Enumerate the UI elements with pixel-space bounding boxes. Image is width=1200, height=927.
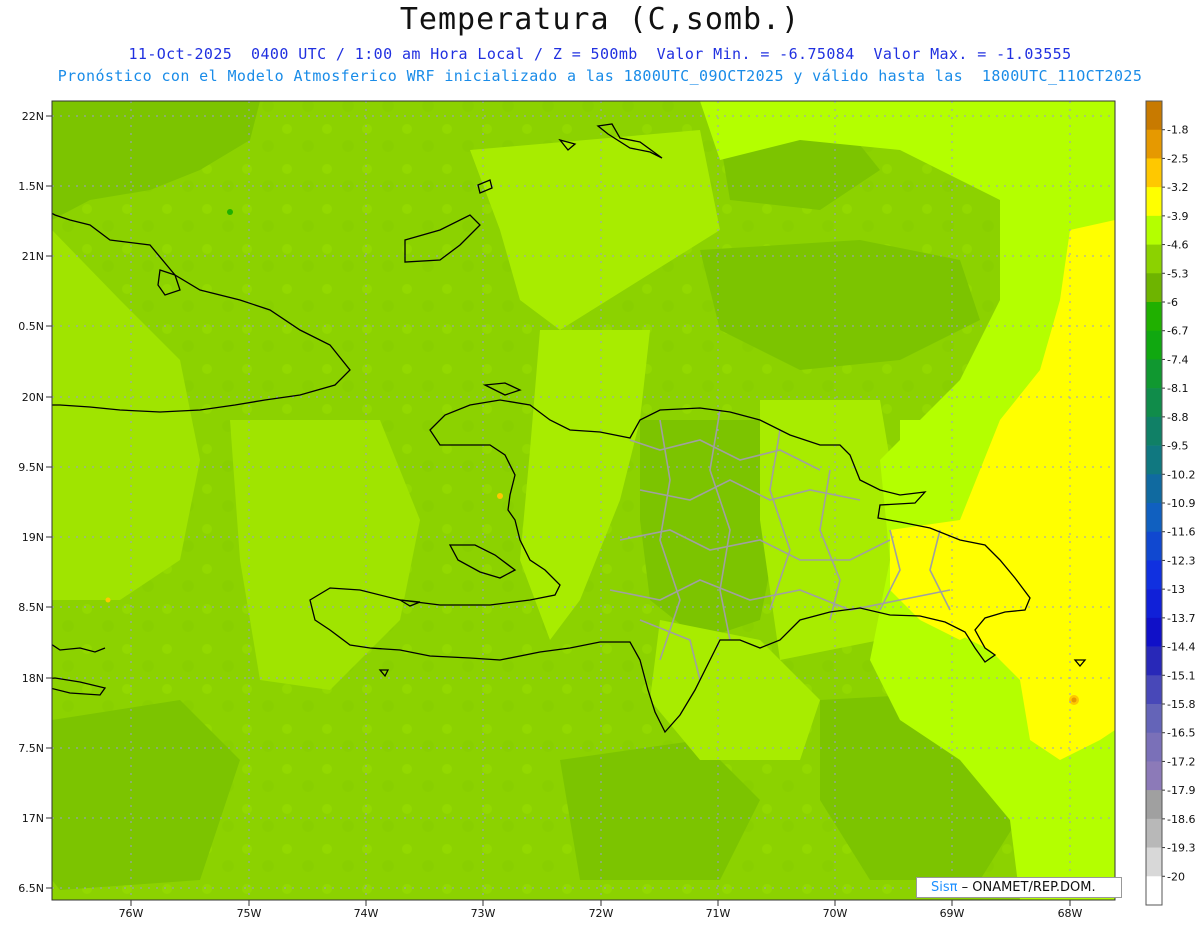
colorbar-swatch [1146,617,1162,647]
lon-label: 75W [237,907,262,920]
colorbar-label: -8.1 [1167,382,1188,395]
colorbar-label: -17.9 [1167,784,1195,797]
lat-label: 17N [22,812,44,825]
colorbar-label: -8.8 [1167,411,1188,424]
colorbar-swatch [1146,560,1162,590]
colorbar-label: -13 [1167,583,1185,596]
colorbar-swatch [1146,675,1162,705]
lon-label: 74W [354,907,379,920]
lon-label: 71W [706,907,731,920]
credit-text: – ONAMET/REP.DOM. [961,880,1096,895]
colorbar-label: -15.8 [1167,698,1195,711]
colorbar-swatch [1146,158,1162,188]
colorbar-swatch [1146,187,1162,217]
lon-label: 70W [823,907,848,920]
colorbar-swatch [1146,101,1162,131]
colorbar-swatch [1146,531,1162,561]
colorbar-swatch [1146,646,1162,676]
lon-label: 73W [471,907,496,920]
colorbar-swatch [1146,302,1162,332]
colorbar-swatch [1146,359,1162,389]
lat-label: 19N [22,531,44,544]
colorbar-label: -19.3 [1167,842,1195,855]
colorbar-swatch [1146,732,1162,762]
colorbar-label: -14.4 [1167,641,1195,654]
colorbar-label: -13.7 [1167,612,1195,625]
colorbar-label: -3.9 [1167,210,1188,223]
colorbar-swatch [1146,704,1162,734]
colorbar-swatch [1146,388,1162,418]
colorbar-label: -9.5 [1167,440,1188,453]
lat-label: 6.5N [18,882,44,895]
latitude-axis: 22N 1.5N 21N 0.5N 20N 9.5N 19N 8.5N 18N … [18,110,52,895]
colorbar-label: -11.6 [1167,526,1195,539]
colorbar-swatch [1146,445,1162,475]
colorbar-label: -4.6 [1167,239,1188,252]
colorbar-legend: -1.8 -2.5 -3.2 -3.9 -4.6 -5.3 -6 -6.7 -7.4 -8.1 -8… [1145,100,1195,906]
colorbar-label: -12.3 [1167,554,1195,567]
sispi-logo: Sisπ [931,880,958,895]
lat-label: 9.5N [18,461,44,474]
lon-label: 69W [940,907,965,920]
colorbar-swatch [1146,129,1162,159]
colorbar-swatch [1146,330,1162,360]
colorbar-label: -10.2 [1167,468,1195,481]
colorbar-swatch [1146,474,1162,504]
colorbar-label: -10.9 [1167,497,1195,510]
colorbar-label: -20 [1167,870,1185,883]
colorbar-swatch [1146,847,1162,877]
colorbar-label: -6.7 [1167,325,1188,338]
longitude-axis: 76W 75W 74W 73W 72W 71W 70W 69W 68W [119,900,1083,920]
colorbar-swatch [1146,818,1162,848]
colorbar-label: -3.2 [1167,181,1188,194]
lat-label: 22N [22,110,44,123]
colorbar-label: -17.2 [1167,755,1195,768]
colorbar-label: -16.5 [1167,727,1195,740]
temperature-map: 22N 1.5N 21N 0.5N 20N 9.5N 19N 8.5N 18N … [18,100,1195,920]
colorbar-swatch [1146,503,1162,533]
lat-label: 0.5N [18,320,44,333]
colorbar-swatch [1146,761,1162,791]
colorbar-label: -7.4 [1167,353,1188,366]
lat-label: 18N [22,672,44,685]
colorbar-swatch [1146,416,1162,446]
lat-label: 7.5N [18,742,44,755]
shaded-field [52,101,1115,900]
colorbar-label: -15.1 [1167,669,1195,682]
lat-label: 8.5N [18,601,44,614]
colorbar-label: -6 [1167,296,1178,309]
credit-box: Sisπ – ONAMET/REP.DOM. [916,877,1122,898]
lat-label: 1.5N [18,180,44,193]
colorbar-label: -18.6 [1167,813,1195,826]
lat-label: 20N [22,391,44,404]
colorbar-swatch [1146,215,1162,245]
lon-label: 76W [119,907,144,920]
colorbar-swatch [1146,273,1162,303]
colorbar-swatch [1146,589,1162,619]
colorbar-swatch [1146,876,1162,906]
colorbar-swatch [1146,790,1162,820]
lon-label: 72W [589,907,614,920]
lon-label: 68W [1058,907,1083,920]
colorbar-label: -1.8 [1167,124,1188,137]
colorbar-swatch [1146,244,1162,274]
lat-label: 21N [22,250,44,263]
colorbar-label: -2.5 [1167,152,1188,165]
colorbar-label: -5.3 [1167,267,1188,280]
